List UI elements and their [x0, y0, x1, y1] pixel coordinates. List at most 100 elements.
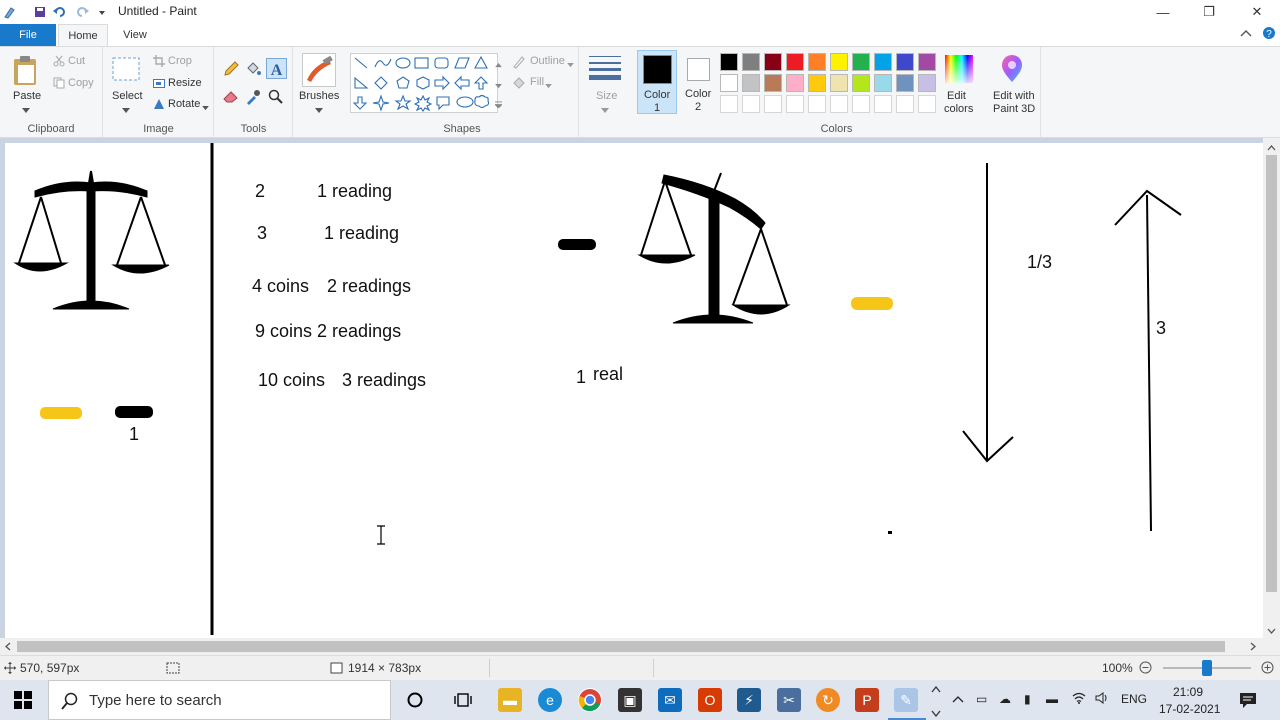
- show-hidden-icons-icon[interactable]: [952, 692, 964, 706]
- task-view-icon[interactable]: [454, 692, 472, 711]
- color-picker-icon[interactable]: [245, 89, 261, 108]
- palette-color-swatch[interactable]: [808, 53, 826, 71]
- tab-home[interactable]: Home: [58, 24, 108, 46]
- palette-color-swatch[interactable]: [742, 53, 760, 71]
- color2-button[interactable]: Color 2: [679, 50, 719, 114]
- palette-custom-swatch[interactable]: [742, 95, 760, 113]
- vpn-client-icon[interactable]: ⚡: [737, 688, 761, 712]
- edit-colors-label-1[interactable]: Edit: [947, 90, 966, 102]
- palette-custom-swatch[interactable]: [764, 95, 782, 113]
- palette-color-swatch[interactable]: [918, 53, 936, 71]
- wifi-icon[interactable]: [1072, 692, 1086, 707]
- tray-app-icon[interactable]: ▭: [976, 692, 987, 706]
- crop-icon[interactable]: [153, 55, 165, 70]
- snipping-tool-icon[interactable]: ✂: [777, 688, 801, 712]
- eraser-icon[interactable]: [223, 89, 239, 106]
- paint3d-icon[interactable]: [1000, 55, 1024, 86]
- palette-color-swatch[interactable]: [830, 53, 848, 71]
- edit-paint3d-label-1[interactable]: Edit with: [993, 90, 1035, 102]
- undo-icon[interactable]: [52, 4, 68, 20]
- mail-icon[interactable]: ✉: [658, 688, 682, 712]
- rotate-icon[interactable]: [153, 98, 165, 113]
- minimize-button[interactable]: —: [1140, 0, 1186, 24]
- shapes-gallery[interactable]: [350, 53, 498, 113]
- select-button[interactable]: Select: [112, 90, 143, 102]
- pencil-icon[interactable]: [223, 61, 239, 80]
- paste-button[interactable]: Paste: [13, 90, 41, 102]
- customize-quick-access-icon[interactable]: [94, 4, 110, 20]
- scroll-right-icon[interactable]: [1250, 642, 1256, 654]
- fill-button[interactable]: Fill: [530, 76, 544, 88]
- scroll-up-icon[interactable]: [1267, 142, 1276, 154]
- tab-file[interactable]: File: [0, 24, 56, 46]
- palette-custom-swatch[interactable]: [830, 95, 848, 113]
- palette-custom-swatch[interactable]: [896, 95, 914, 113]
- store-icon[interactable]: ▣: [618, 688, 642, 712]
- vertical-scrollbar[interactable]: [1263, 138, 1280, 638]
- text-tool-icon[interactable]: A: [266, 58, 287, 79]
- palette-color-swatch[interactable]: [720, 74, 738, 92]
- sync-app-icon[interactable]: ↻: [816, 688, 840, 712]
- palette-custom-swatch[interactable]: [918, 95, 936, 113]
- size-dropdown-icon[interactable]: [601, 105, 609, 117]
- size-icon[interactable]: [589, 55, 621, 84]
- palette-color-swatch[interactable]: [720, 53, 738, 71]
- resize-button[interactable]: Resize: [168, 77, 202, 89]
- copy-button[interactable]: Copy: [68, 77, 94, 89]
- volume-icon[interactable]: [1095, 692, 1109, 707]
- battery-icon[interactable]: ▬: [1046, 692, 1058, 706]
- paste-icon[interactable]: [12, 55, 40, 90]
- edit-colors-label-2[interactable]: colors: [944, 103, 973, 115]
- palette-custom-swatch[interactable]: [786, 95, 804, 113]
- outline-icon[interactable]: [512, 55, 526, 72]
- palette-color-swatch[interactable]: [852, 74, 870, 92]
- clock-date[interactable]: 17-02-2021: [1159, 702, 1220, 716]
- fill-icon[interactable]: [512, 76, 526, 93]
- palette-color-swatch[interactable]: [874, 53, 892, 71]
- copy-icon[interactable]: [53, 77, 65, 92]
- zoom-in-icon[interactable]: [1261, 661, 1274, 677]
- start-button-icon[interactable]: [14, 691, 32, 712]
- help-icon[interactable]: ?: [1262, 26, 1276, 43]
- color1-button[interactable]: Color 1: [637, 50, 677, 114]
- palette-color-swatch[interactable]: [852, 53, 870, 71]
- zoom-slider-thumb[interactable]: [1202, 660, 1212, 676]
- palette-color-swatch[interactable]: [786, 74, 804, 92]
- file-explorer-icon[interactable]: ▬: [498, 688, 522, 712]
- select-dropdown-icon[interactable]: [122, 105, 130, 117]
- select-icon[interactable]: [112, 57, 140, 84]
- palette-color-swatch[interactable]: [808, 74, 826, 92]
- palette-custom-swatch[interactable]: [852, 95, 870, 113]
- fill-dropdown-icon[interactable]: [545, 80, 552, 92]
- horizontal-scroll-thumb[interactable]: [17, 641, 1225, 652]
- onedrive-icon[interactable]: ☁: [999, 692, 1011, 706]
- palette-color-swatch[interactable]: [896, 74, 914, 92]
- cut-icon[interactable]: [53, 55, 65, 70]
- chrome-browser-icon[interactable]: [578, 688, 602, 712]
- rotate-dropdown-icon[interactable]: [202, 102, 209, 114]
- brushes-button[interactable]: Brushes: [299, 90, 339, 102]
- horizontal-scrollbar[interactable]: [0, 638, 1280, 655]
- palette-color-swatch[interactable]: [918, 74, 936, 92]
- taskbar-scroll-up-icon[interactable]: [931, 684, 941, 696]
- taskbar-scroll-down-icon[interactable]: [931, 708, 941, 720]
- magnifier-icon[interactable]: [268, 89, 284, 108]
- edit-paint3d-label-2[interactable]: Paint 3D: [993, 103, 1035, 115]
- scroll-down-icon[interactable]: [1267, 625, 1276, 637]
- brushes-icon[interactable]: [302, 53, 336, 87]
- zoom-out-icon[interactable]: [1139, 661, 1152, 677]
- shapes-scroll-down-icon[interactable]: [495, 80, 502, 92]
- rotate-button[interactable]: Rotate: [168, 98, 200, 110]
- clock-time[interactable]: 21:09: [1173, 685, 1203, 699]
- palette-color-swatch[interactable]: [874, 74, 892, 92]
- palette-color-swatch[interactable]: [742, 74, 760, 92]
- palette-color-swatch[interactable]: [786, 53, 804, 71]
- resize-icon[interactable]: [153, 77, 165, 92]
- palette-color-swatch[interactable]: [830, 74, 848, 92]
- paint-taskbar-icon[interactable]: ✎: [894, 688, 918, 712]
- drawing-canvas[interactable]: 2 1 reading 3 1 reading 4 coins 2 readin…: [5, 143, 1263, 638]
- paste-dropdown-icon[interactable]: [22, 105, 30, 117]
- cut-button[interactable]: Cut: [68, 55, 85, 67]
- outline-dropdown-icon[interactable]: [567, 59, 574, 71]
- notifications-icon[interactable]: [1239, 691, 1257, 712]
